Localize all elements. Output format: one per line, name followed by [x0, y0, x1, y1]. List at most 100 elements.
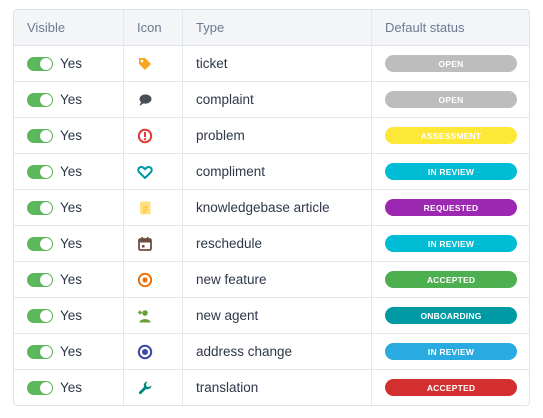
header-visible[interactable]: Visible	[14, 10, 124, 45]
status-badge[interactable]: IN REVIEW	[385, 235, 517, 252]
status-badge[interactable]: REQUESTED	[385, 199, 517, 216]
visible-label: Yes	[60, 92, 83, 107]
table-row[interactable]: Yes translation ACCEPTED	[14, 370, 529, 405]
status-badge[interactable]: IN REVIEW	[385, 163, 517, 180]
table-row[interactable]: Yes new feature ACCEPTED	[14, 262, 529, 298]
status-cell: OPEN	[372, 82, 529, 117]
toggle-knob	[40, 93, 52, 106]
type-cell: address change	[183, 334, 372, 369]
status-cell: OPEN	[372, 46, 529, 81]
table-body: Yes ticket OPEN Yes complaint OPEN Yes p…	[14, 46, 529, 405]
toggle-knob	[40, 201, 52, 214]
heart-icon	[137, 164, 153, 180]
visible-label: Yes	[60, 56, 83, 71]
icon-cell	[124, 118, 183, 153]
tag-icon	[137, 56, 153, 72]
status-badge[interactable]: OPEN	[385, 55, 517, 72]
type-label: complaint	[196, 92, 254, 107]
icon-cell	[124, 334, 183, 369]
status-badge[interactable]: IN REVIEW	[385, 343, 517, 360]
visible-label: Yes	[60, 128, 83, 143]
wrench-icon	[137, 380, 153, 396]
visible-toggle[interactable]	[27, 164, 53, 179]
toggle-knob	[40, 237, 52, 250]
type-label: problem	[196, 128, 245, 143]
visible-cell: Yes	[14, 118, 124, 153]
type-label: new feature	[196, 272, 267, 287]
status-cell: ACCEPTED	[372, 370, 529, 405]
type-label: ticket	[196, 56, 228, 71]
visible-cell: Yes	[14, 262, 124, 297]
visible-toggle[interactable]	[27, 380, 53, 395]
status-badge[interactable]: ACCEPTED	[385, 271, 517, 288]
toggle-knob	[40, 57, 52, 70]
visible-cell: Yes	[14, 190, 124, 225]
status-cell: IN REVIEW	[372, 334, 529, 369]
visible-toggle[interactable]	[27, 308, 53, 323]
type-cell: compliment	[183, 154, 372, 189]
visible-cell: Yes	[14, 370, 124, 405]
status-badge[interactable]: OPEN	[385, 91, 517, 108]
table-row[interactable]: Yes address change IN REVIEW	[14, 334, 529, 370]
table-row[interactable]: Yes compliment IN REVIEW	[14, 154, 529, 190]
visible-toggle[interactable]	[27, 344, 53, 359]
toggle-knob	[40, 273, 52, 286]
speech-bubble-icon	[137, 92, 153, 108]
type-cell: ticket	[183, 46, 372, 81]
visible-toggle[interactable]	[27, 236, 53, 251]
user-add-icon	[137, 308, 153, 324]
visible-label: Yes	[60, 272, 83, 287]
table-row[interactable]: Yes problem ASSESSMENT	[14, 118, 529, 154]
visible-cell: Yes	[14, 46, 124, 81]
visible-toggle[interactable]	[27, 92, 53, 107]
icon-cell	[124, 190, 183, 225]
visible-toggle[interactable]	[27, 200, 53, 215]
header-type[interactable]: Type	[183, 10, 372, 45]
table-row[interactable]: Yes complaint OPEN	[14, 82, 529, 118]
icon-cell	[124, 154, 183, 189]
status-cell: IN REVIEW	[372, 226, 529, 261]
alert-circle-icon	[137, 128, 153, 144]
toggle-knob	[40, 309, 52, 322]
status-badge[interactable]: ACCEPTED	[385, 379, 517, 396]
type-cell: new feature	[183, 262, 372, 297]
toggle-knob	[40, 165, 52, 178]
type-label: translation	[196, 380, 259, 395]
visible-cell: Yes	[14, 298, 124, 333]
status-badge[interactable]: ASSESSMENT	[385, 127, 517, 144]
visible-label: Yes	[60, 380, 83, 395]
visible-cell: Yes	[14, 82, 124, 117]
visible-toggle[interactable]	[27, 272, 53, 287]
visible-label: Yes	[60, 164, 83, 179]
visible-label: Yes	[60, 308, 83, 323]
visible-toggle[interactable]	[27, 128, 53, 143]
header-default-status[interactable]: Default status	[372, 10, 529, 45]
toggle-knob	[40, 381, 52, 394]
status-cell: IN REVIEW	[372, 154, 529, 189]
toggle-knob	[40, 345, 52, 358]
type-cell: problem	[183, 118, 372, 153]
table-row[interactable]: Yes reschedule IN REVIEW	[14, 226, 529, 262]
visible-cell: Yes	[14, 334, 124, 369]
icon-cell	[124, 370, 183, 405]
icon-cell	[124, 82, 183, 117]
type-cell: knowledgebase article	[183, 190, 372, 225]
type-label: compliment	[196, 164, 266, 179]
table-row[interactable]: Yes ticket OPEN	[14, 46, 529, 82]
status-cell: ASSESSMENT	[372, 118, 529, 153]
visible-toggle[interactable]	[27, 56, 53, 71]
radio-circle-icon	[137, 344, 153, 360]
target-icon	[137, 272, 153, 288]
status-cell: ACCEPTED	[372, 262, 529, 297]
visible-cell: Yes	[14, 226, 124, 261]
table-header: Visible Icon Type Default status	[14, 10, 529, 46]
table-row[interactable]: Yes knowledgebase article REQUESTED	[14, 190, 529, 226]
visible-label: Yes	[60, 344, 83, 359]
status-badge[interactable]: ONBOARDING	[385, 307, 517, 324]
table-row[interactable]: Yes new agent ONBOARDING	[14, 298, 529, 334]
header-icon[interactable]: Icon	[124, 10, 183, 45]
calendar-icon	[137, 236, 153, 252]
type-cell: reschedule	[183, 226, 372, 261]
visible-cell: Yes	[14, 154, 124, 189]
visible-label: Yes	[60, 200, 83, 215]
